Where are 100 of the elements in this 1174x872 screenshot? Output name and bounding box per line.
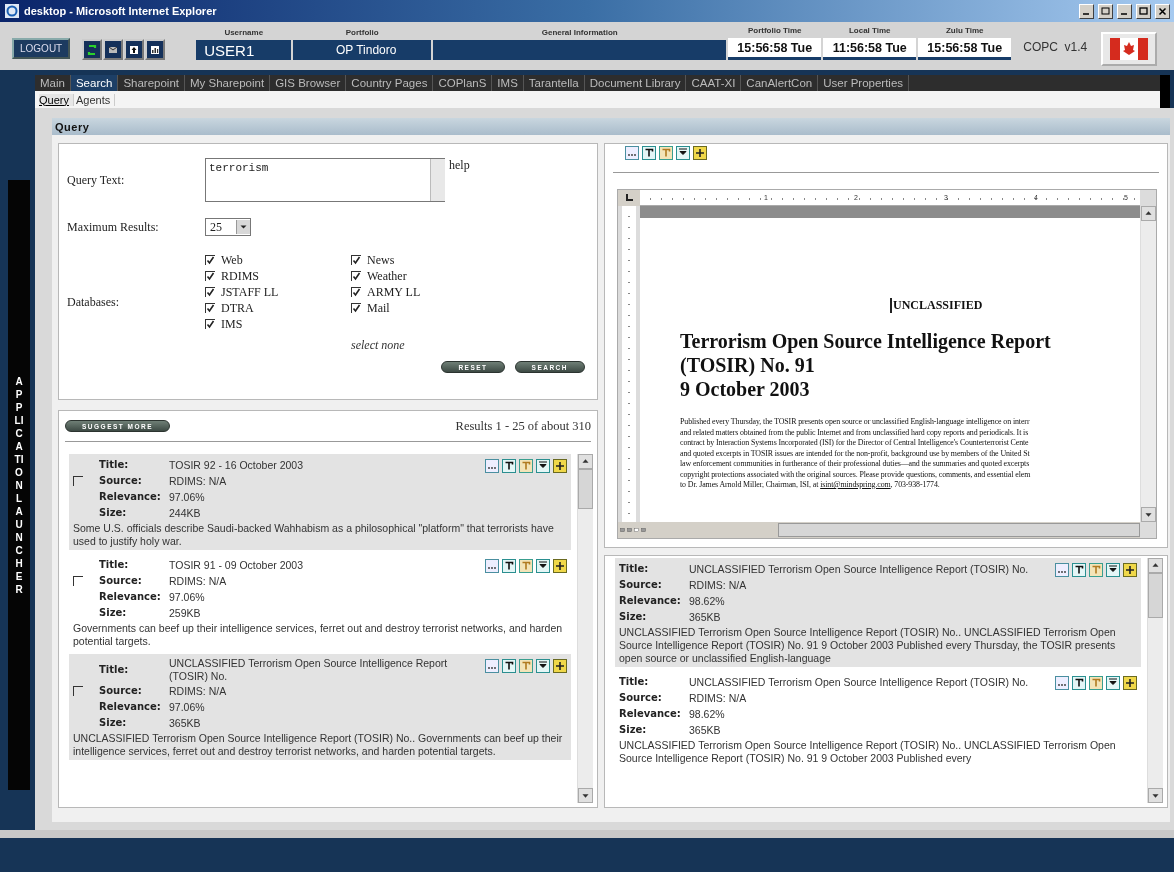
chart-icon[interactable] (145, 39, 166, 60)
more-icon[interactable] (485, 459, 499, 473)
scrollbar[interactable] (577, 454, 593, 803)
scroll-thumb[interactable] (578, 469, 593, 509)
scroll-thumb[interactable] (1148, 573, 1163, 618)
checkbox-label: RDIMS (221, 268, 259, 284)
field-label: Source: (99, 684, 143, 698)
nav-tab[interactable]: Search (70, 75, 119, 91)
text-icon[interactable] (502, 459, 516, 473)
clock-value: 11:56:58 Tue (823, 38, 917, 60)
field-label: Portfolio (345, 28, 379, 37)
dropdown-icon[interactable] (1106, 676, 1120, 690)
result-item[interactable] (615, 558, 1141, 667)
close-icon[interactable] (1155, 3, 1170, 19)
scrollbar[interactable] (1140, 206, 1156, 522)
checkbox[interactable] (73, 576, 83, 586)
result-snippet: Some U.S. officials describe Saudi-backed Wahhabism as a philosophical "platform" that terrorists have used to justify holy war. (73, 521, 555, 548)
text-icon[interactable] (502, 659, 516, 673)
field-value: 97.06% (169, 490, 206, 504)
refresh-icon[interactable] (82, 39, 103, 60)
checkbox[interactable] (351, 271, 361, 281)
tab-stop-icon[interactable] (624, 193, 634, 203)
checkbox[interactable] (205, 255, 215, 265)
clock-label: Local Time (848, 26, 891, 35)
add-icon[interactable] (553, 659, 567, 673)
checkbox[interactable] (205, 271, 215, 281)
add-icon[interactable] (1123, 563, 1137, 577)
field-label: Title: (99, 458, 130, 472)
scroll-down-icon[interactable] (1141, 507, 1156, 522)
more-icon[interactable] (1055, 563, 1069, 577)
scroll-up-icon[interactable] (1141, 206, 1156, 221)
text-icon[interactable] (642, 146, 656, 160)
form-label: Query Text: (67, 172, 126, 188)
field-value: UNCLASSIFIED Terrorism Open Source Intelligence Report (TOSIR) No. (689, 675, 1030, 689)
field-label: Source: (99, 574, 143, 588)
checkbox[interactable] (205, 303, 215, 313)
dropdown-icon[interactable] (676, 146, 690, 160)
checkbox[interactable] (351, 255, 361, 265)
result-item[interactable] (69, 654, 571, 760)
minimize-icon[interactable] (1117, 3, 1132, 19)
more-icon[interactable] (485, 559, 499, 573)
more-icon[interactable] (1055, 676, 1069, 690)
scroll-down-icon[interactable] (578, 788, 593, 803)
launcher-label[interactable]: APPLICATION LAUNCHER (14, 374, 24, 596)
field-label: Size: (99, 506, 128, 520)
add-icon[interactable] (693, 146, 707, 160)
checkbox-label: DTRA (221, 300, 254, 316)
mail-icon[interactable] (103, 39, 124, 60)
sub-tab[interactable]: Agents (75, 93, 116, 106)
maximize-icon[interactable] (1136, 3, 1151, 19)
add-icon[interactable] (553, 459, 567, 473)
checkbox[interactable] (205, 319, 215, 329)
text-icon[interactable] (1072, 676, 1086, 690)
header-field: USER1 (196, 40, 292, 60)
field-value: 365KB (689, 723, 722, 737)
field-value: 98.62% (689, 594, 726, 608)
checkbox[interactable] (205, 287, 215, 297)
query-text-field[interactable]: terrorism (205, 158, 445, 202)
field-value: 97.06% (169, 590, 206, 604)
logout-button[interactable]: LOGOUT (12, 38, 71, 59)
flag-icon[interactable] (1101, 32, 1158, 66)
minimize-icon[interactable] (1079, 3, 1094, 19)
upload-icon[interactable] (124, 39, 145, 60)
caret-icon[interactable] (236, 220, 250, 234)
checkbox[interactable] (351, 303, 361, 313)
checkbox[interactable] (73, 686, 83, 696)
help-link[interactable]: help (449, 158, 470, 173)
clock-value: 15:56:58 Tue (728, 38, 822, 60)
add-icon[interactable] (553, 559, 567, 573)
field-label: Source: (619, 691, 663, 705)
dropdown-icon[interactable] (1106, 563, 1120, 577)
result-snippet: Governments can beef up their intelligence services, ferret out and destroy terrorist networks, and harden potential targets. (73, 621, 564, 648)
dropdown-icon[interactable] (536, 559, 550, 573)
checkbox-label: ARMY LL (367, 284, 421, 300)
scroll-down-icon[interactable] (1148, 788, 1163, 803)
restore-icon[interactable] (1098, 3, 1113, 19)
more-icon[interactable] (485, 659, 499, 673)
field-value: RDIMS: N/A (169, 474, 228, 488)
checkbox[interactable] (351, 287, 361, 297)
field-label: Relevance: (99, 590, 162, 604)
text-icon[interactable] (502, 559, 516, 573)
field-value: UNCLASSIFIED Terrorism Open Source Intelligence Report (TOSIR) No. (689, 562, 1030, 576)
result-item[interactable] (69, 454, 571, 550)
checkbox[interactable] (73, 476, 83, 486)
field-value: RDIMS: N/A (689, 691, 748, 705)
text-icon[interactable] (1072, 563, 1086, 577)
checkbox-label: Web (221, 252, 243, 268)
scroll-up-icon[interactable] (578, 454, 593, 469)
scroll-up-icon[interactable] (1148, 558, 1163, 573)
max-results-select[interactable]: 25 (205, 218, 251, 236)
field-label: Size: (619, 610, 648, 624)
dropdown-icon[interactable] (536, 659, 550, 673)
sub-tab[interactable]: Query (39, 93, 74, 106)
scrollbar[interactable] (1147, 558, 1163, 803)
select-none-link[interactable]: select none (351, 338, 405, 353)
clock-label: Zulu Time (945, 26, 984, 35)
add-icon[interactable] (1123, 676, 1137, 690)
dropdown-icon[interactable] (536, 459, 550, 473)
more-icon[interactable] (625, 146, 639, 160)
checkbox-label: Weather (367, 268, 407, 284)
